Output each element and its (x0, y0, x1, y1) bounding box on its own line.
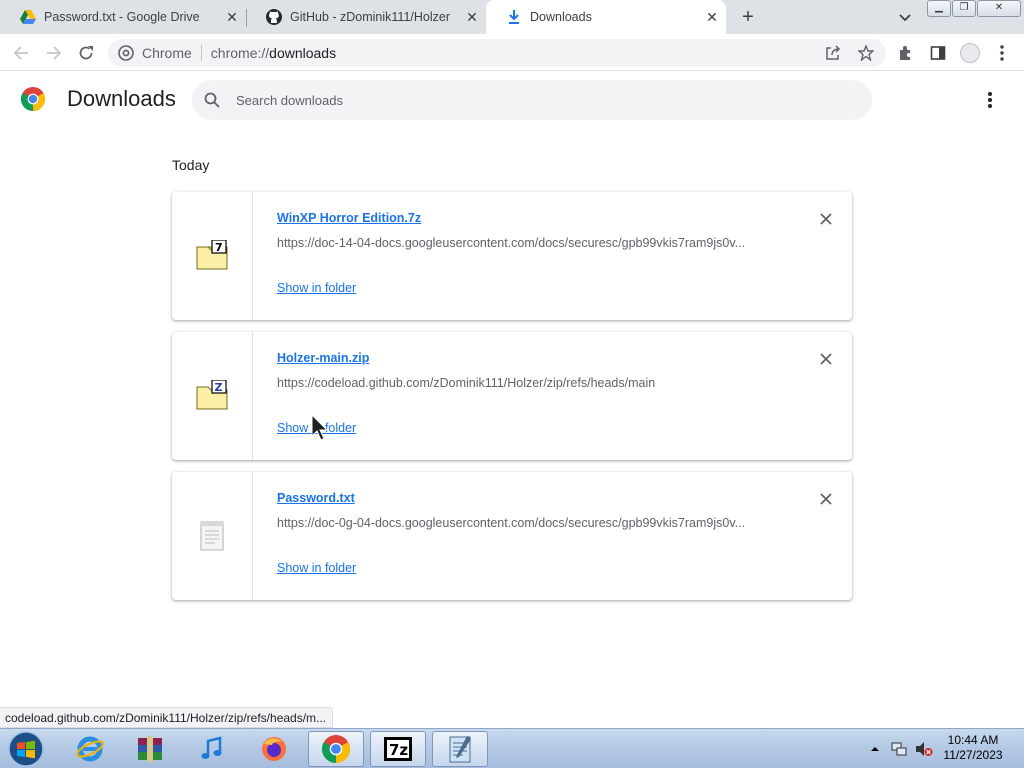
download-item: Password.txt https://doc-0g-04-docs.goog… (172, 472, 852, 600)
file-name-link[interactable]: WinXP Horror Edition.7z (277, 211, 421, 225)
forward-arrow-icon[interactable] (42, 41, 66, 65)
notepad-icon[interactable] (432, 731, 488, 767)
file-icon-column: 7 (172, 192, 253, 320)
file-source-url: https://codeload.github.com/zDominik111/… (277, 376, 656, 390)
url-host: downloads (269, 45, 337, 61)
firefox-icon[interactable] (246, 731, 302, 767)
remove-item-close-icon[interactable] (818, 211, 834, 227)
page-title: Downloads (67, 86, 176, 111)
downloads-menu-icon[interactable] (982, 90, 998, 110)
bookmark-star-icon[interactable] (856, 43, 876, 63)
search-input[interactable] (236, 88, 836, 112)
volume-muted-icon[interactable] (915, 741, 933, 757)
clock-time: 10:44 AM (947, 733, 999, 747)
url-scheme: chrome:// (210, 45, 270, 61)
close-tab-icon[interactable]: ✕ (224, 9, 240, 25)
back-arrow-icon[interactable] (9, 41, 33, 65)
tab-google-drive[interactable]: Password.txt - Google Drive ✕ (0, 0, 246, 34)
svg-text:7z: 7z (389, 741, 408, 759)
remove-item-close-icon[interactable] (818, 351, 834, 367)
tab-title: GitHub - zDominik111/Holzer (290, 10, 451, 24)
google-drive-icon (20, 9, 36, 25)
winrar-icon[interactable] (122, 731, 178, 767)
windows-taskbar: 7z 10:44 AM 11/27/2023 (0, 728, 1024, 768)
window-controls: ▁ ❐ ✕ (927, 0, 1022, 17)
text-file-icon (196, 520, 228, 552)
chrome-logo-icon (20, 87, 46, 111)
download-icon (506, 9, 522, 25)
itunes-icon[interactable] (184, 731, 240, 767)
close-window-icon[interactable]: ✕ (977, 0, 1021, 17)
downloads-header: Downloads (0, 72, 1024, 128)
search-icon (204, 92, 220, 108)
tab-title: Password.txt - Google Drive (44, 10, 200, 24)
show-hidden-icons-icon[interactable] (870, 741, 886, 757)
github-icon (266, 9, 282, 25)
chrome-site-icon (118, 45, 134, 61)
file-name-link[interactable]: Password.txt (277, 491, 355, 505)
reload-icon[interactable] (74, 41, 98, 65)
new-tab-button[interactable]: + (737, 6, 759, 28)
close-tab-icon[interactable]: ✕ (704, 9, 720, 25)
restore-icon[interactable]: ❐ (952, 0, 976, 17)
file-icon-column: Z (172, 332, 253, 460)
search-downloads-box[interactable] (192, 80, 872, 120)
file-icon-column (172, 472, 253, 600)
close-tab-icon[interactable]: ✕ (464, 9, 480, 25)
omnibox-divider (200, 45, 202, 61)
svg-text:Z: Z (215, 381, 223, 394)
side-panel-icon[interactable] (928, 43, 948, 63)
date-heading: Today (172, 157, 210, 173)
zip-archive-icon: Z (196, 379, 228, 412)
browser-toolbar: Chrome chrome://downloads (0, 34, 1024, 71)
start-button[interactable] (6, 730, 46, 768)
extensions-puzzle-icon[interactable] (896, 43, 916, 63)
7z-archive-icon: 7 (196, 239, 228, 272)
address-bar[interactable]: Chrome chrome://downloads (108, 39, 886, 67)
share-icon[interactable] (823, 43, 843, 63)
show-in-folder-link[interactable]: Show in folder (277, 561, 356, 575)
tab-github[interactable]: GitHub - zDominik111/Holzer ✕ (246, 0, 486, 34)
link-status-bar: codeload.github.com/zDominik111/Holzer/z… (0, 707, 334, 728)
tab-downloads[interactable]: Downloads ✕ (486, 0, 726, 34)
remove-item-close-icon[interactable] (818, 491, 834, 507)
tab-strip: Password.txt - Google Drive ✕ GitHub - z… (0, 0, 1024, 34)
file-source-url: https://doc-0g-04-docs.googleusercontent… (277, 516, 746, 530)
network-icon[interactable] (891, 741, 907, 757)
internet-explorer-icon[interactable] (62, 731, 118, 767)
system-clock[interactable]: 10:44 AM 11/27/2023 (938, 733, 1008, 763)
download-item: Z Holzer-main.zip https://codeload.githu… (172, 332, 852, 460)
download-item: 7 WinXP Horror Edition.7z https://doc-14… (172, 192, 852, 320)
tab-search-icon[interactable] (896, 8, 914, 26)
chrome-taskbar-icon[interactable] (308, 731, 364, 767)
mouse-cursor-icon (311, 413, 331, 442)
site-label: Chrome (142, 45, 192, 61)
chrome-menu-icon[interactable] (992, 43, 1012, 63)
7-zip-icon[interactable]: 7z (370, 731, 426, 767)
minimize-icon[interactable]: ▁ (927, 0, 951, 17)
file-source-url: https://doc-14-04-docs.googleusercontent… (277, 236, 746, 250)
profile-avatar[interactable] (960, 43, 980, 63)
clock-date: 11/27/2023 (943, 748, 1003, 762)
show-in-folder-link[interactable]: Show in folder (277, 281, 356, 295)
file-name-link[interactable]: Holzer-main.zip (277, 351, 369, 365)
tab-title: Downloads (530, 10, 592, 24)
svg-text:7: 7 (215, 241, 223, 254)
